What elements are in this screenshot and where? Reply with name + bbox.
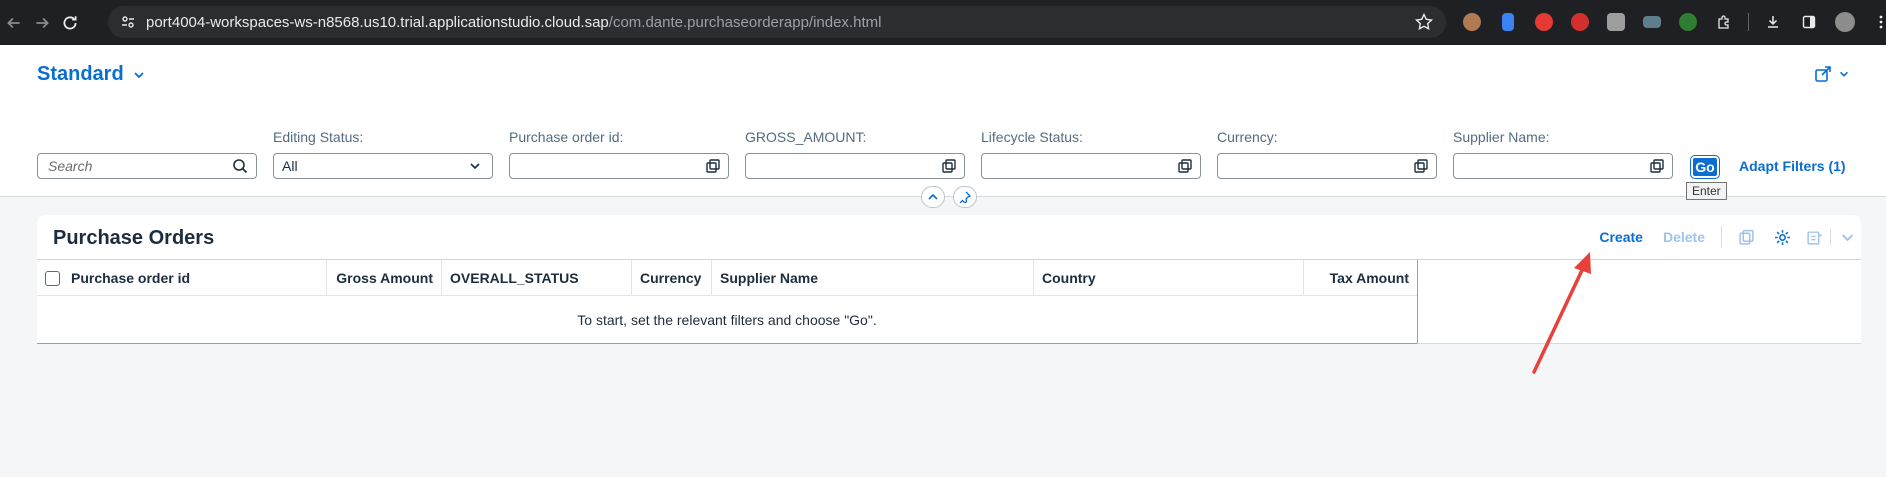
gross-amount-input[interactable]	[745, 153, 965, 179]
chevron-down-icon	[470, 163, 480, 170]
filter-label: Editing Status:	[273, 129, 364, 145]
extension-6-icon[interactable]	[1638, 8, 1666, 36]
download-icon[interactable]	[1759, 8, 1787, 36]
side-panel-icon[interactable]	[1795, 8, 1823, 36]
supplier-name-input[interactable]	[1453, 153, 1673, 179]
pin-icon	[959, 191, 971, 203]
column-header[interactable]: Country	[1034, 260, 1304, 296]
site-info-icon[interactable]	[116, 10, 140, 34]
filter-purchase-order-id: Purchase order id:	[509, 129, 729, 179]
pin-header-button[interactable]	[953, 186, 977, 208]
value-help-icon[interactable]	[1414, 159, 1428, 173]
value-help-icon[interactable]	[1178, 159, 1192, 173]
filter-label: GROSS_AMOUNT:	[745, 129, 867, 145]
variant-title: Standard	[37, 63, 124, 85]
filter-label: Currency:	[1217, 129, 1278, 145]
filter-editing-status: Editing Status: All	[273, 129, 493, 179]
export-icon	[1806, 230, 1822, 245]
column-header[interactable]: Purchase order id	[67, 260, 327, 296]
chevron-down-icon	[1840, 71, 1848, 77]
create-button[interactable]: Create	[1589, 229, 1653, 245]
copy-icon	[1738, 229, 1754, 245]
select-all-checkbox[interactable]	[44, 270, 60, 286]
purchase-orders-table-card: Purchase Orders Create Delete Purchase o…	[37, 215, 1861, 344]
select-value: All	[282, 158, 298, 174]
adblock-icon[interactable]	[1566, 8, 1594, 36]
extensions-bar	[1458, 8, 1886, 36]
column-header[interactable]: OVERALL_STATUS	[442, 260, 632, 296]
purchase-orders-table: Purchase order id Gross Amount OVERALL_S…	[37, 259, 1861, 344]
back-button[interactable]	[0, 9, 28, 37]
filter-label: Purchase order id:	[509, 129, 624, 145]
filter-label: Lifecycle Status:	[981, 129, 1083, 145]
adapt-filters-button[interactable]: Adapt Filters (1)	[1739, 158, 1846, 174]
reload-icon	[63, 15, 77, 29]
table-title: Purchase Orders	[53, 227, 215, 249]
table-header-row: Purchase order id Gross Amount OVERALL_S…	[37, 260, 1417, 296]
toolbar-separator	[1721, 226, 1722, 248]
chevron-down-icon	[1841, 233, 1853, 241]
filter-supplier-name: Supplier Name:	[1453, 129, 1673, 179]
url-host: port4004-workspaces-ws-n8568.us10.trial.…	[146, 13, 609, 31]
copy-button[interactable]	[1728, 222, 1764, 252]
search-icon[interactable]	[232, 158, 248, 174]
delete-button[interactable]: Delete	[1653, 229, 1715, 245]
filter-gross-amount: GROSS_AMOUNT:	[745, 129, 965, 179]
no-data-message: To start, set the relevant filters and c…	[37, 296, 1417, 344]
search-placeholder: Search	[48, 158, 93, 174]
editing-status-select[interactable]: All	[273, 153, 493, 179]
address-bar[interactable]: port4004-workspaces-ws-n8568.us10.trial.…	[108, 6, 1446, 38]
url-text: port4004-workspaces-ws-n8568.us10.trial.…	[146, 14, 881, 31]
profile-avatar[interactable]	[1831, 8, 1859, 36]
forward-arrow-icon	[36, 17, 49, 28]
value-help-icon[interactable]	[1650, 159, 1664, 173]
collapse-header-button[interactable]	[921, 186, 945, 208]
column-header[interactable]: Tax Amount	[1304, 260, 1417, 296]
reload-button[interactable]	[56, 9, 84, 37]
share-button[interactable]	[1814, 65, 1850, 83]
filter-lifecycle-status: Lifecycle Status:	[981, 129, 1201, 179]
extension-2-icon[interactable]	[1494, 8, 1522, 36]
column-header[interactable]: Supplier Name	[712, 260, 1034, 296]
export-menu-button[interactable]	[1833, 222, 1861, 252]
value-help-icon[interactable]	[942, 159, 956, 173]
extension-1-icon[interactable]	[1458, 8, 1486, 36]
export-button[interactable]	[1800, 222, 1828, 252]
table-toolbar: Create Delete	[1589, 215, 1861, 259]
chevron-down-icon	[134, 71, 144, 78]
go-tooltip: Enter	[1686, 182, 1727, 200]
toolbar-divider	[1748, 13, 1749, 31]
filter-bar-header: Standard Search Editing Status: All Purc…	[0, 45, 1886, 200]
settings-button[interactable]	[1764, 222, 1800, 252]
lifecycle-status-input[interactable]	[981, 153, 1201, 179]
chevron-up-icon	[928, 193, 938, 200]
purchase-order-id-input[interactable]	[509, 153, 729, 179]
value-help-icon[interactable]	[706, 159, 720, 173]
more-menu-icon[interactable]	[1867, 8, 1886, 36]
toolbar-separator	[1830, 229, 1831, 245]
bookmark-star-icon[interactable]	[1414, 12, 1434, 32]
column-header[interactable]: Currency	[632, 260, 712, 296]
back-arrow-icon	[7, 17, 20, 28]
variant-selector[interactable]: Standard	[37, 63, 146, 86]
puzzle-icon[interactable]	[1710, 8, 1738, 36]
filter-label: Supplier Name:	[1453, 129, 1550, 145]
gear-icon	[1774, 229, 1790, 245]
currency-input[interactable]	[1217, 153, 1437, 179]
search-field[interactable]: Search	[37, 153, 257, 179]
extension-5-icon[interactable]	[1602, 8, 1630, 36]
extension-3-icon[interactable]	[1530, 8, 1558, 36]
url-path: /com.dante.purchaseorderapp/index.html	[608, 13, 882, 31]
filter-currency: Currency:	[1217, 129, 1437, 179]
app-page: Standard Search Editing Status: All Purc…	[0, 45, 1886, 477]
table-filler-area	[1417, 260, 1861, 344]
select-all-cell	[37, 260, 67, 296]
share-icon	[1815, 66, 1831, 82]
go-button[interactable]: Go	[1690, 155, 1720, 179]
browser-toolbar: port4004-workspaces-ws-n8568.us10.trial.…	[0, 0, 1886, 45]
forward-button[interactable]	[28, 9, 56, 37]
extension-7-icon[interactable]	[1674, 8, 1702, 36]
column-header[interactable]: Gross Amount	[327, 260, 442, 296]
